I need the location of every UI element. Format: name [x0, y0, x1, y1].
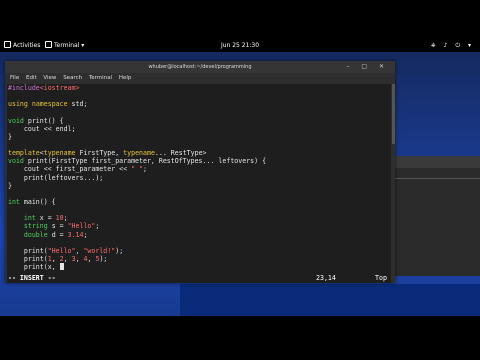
mode-indicator: -- INSERT --	[8, 274, 56, 282]
code-line: print(x,	[8, 263, 391, 271]
terminal-title: whuber@localhost:~/devel/programming	[148, 64, 252, 70]
code-line: void print(FirstType first_parameter, Re…	[8, 157, 267, 166]
terminal-scrollbar[interactable]	[392, 84, 395, 281]
scroll-position: Top	[375, 274, 387, 282]
vim-status-line: -- INSERT -- 23,14 Top	[8, 274, 391, 282]
terminal-titlebar[interactable]: whuber@localhost:~/devel/programming – □…	[5, 61, 395, 73]
background-window[interactable]	[392, 156, 480, 276]
code-line: void print() {	[8, 116, 64, 125]
code-line: }	[8, 181, 12, 190]
desktop: Activities Terminal ▾ Jun 25 21:30 ⎈ ♪ ⏻…	[0, 40, 480, 316]
menu-edit[interactable]: Edit	[26, 75, 37, 81]
code-line: template<typename FirstType, typename...…	[8, 149, 207, 158]
code-line: double d = 3.14;	[23, 230, 88, 239]
top-bar: Activities Terminal ▾ Jun 25 21:30 ⎈ ♪ ⏻…	[0, 40, 480, 52]
code-line: print(leftovers...);	[8, 173, 104, 182]
background-window-titlebar	[392, 156, 480, 168]
terminal-content[interactable]: #include<iostream> using namespace std; vo…	[7, 84, 391, 283]
code-line: }	[8, 132, 12, 141]
system-menu[interactable]: ⎈ ♪ ⏻ ▾	[431, 40, 474, 52]
window-controls[interactable]: – □ ✕	[346, 61, 389, 73]
code-editor[interactable]: #include<iostream> using namespace std; vo…	[8, 84, 391, 271]
code-line: print("Hello", "world!");	[8, 246, 124, 255]
cursor-position: 23,14	[316, 274, 336, 282]
code-line: cout << endl;	[8, 124, 76, 133]
clock[interactable]: Jun 25 21:30	[0, 40, 480, 52]
menu-view[interactable]: View	[43, 75, 56, 81]
menu-terminal[interactable]: Terminal	[89, 75, 112, 81]
code-line: #include<iostream>	[8, 84, 80, 92]
code-line: int x = 10;	[23, 214, 68, 223]
code-line: int main() {	[8, 197, 56, 206]
menu-search[interactable]: Search	[63, 75, 82, 81]
terminal-menubar: File Edit View Search Terminal Help	[5, 73, 395, 83]
menu-file[interactable]: File	[10, 75, 19, 81]
scrollbar-thumb[interactable]	[392, 84, 395, 144]
background-window-divider	[392, 178, 480, 179]
desktop-panel-strip	[180, 284, 480, 316]
terminal-window[interactable]: whuber@localhost:~/devel/programming – □…	[5, 61, 395, 283]
menu-help[interactable]: Help	[119, 75, 132, 81]
code-line: using namespace std;	[8, 100, 88, 109]
code-line: cout << first_parameter << " ";	[8, 165, 147, 174]
text-cursor	[59, 263, 64, 271]
code-line: string s = "Hello";	[23, 222, 100, 231]
code-line: print(1, 2, 3, 4, 5);	[8, 254, 108, 263]
